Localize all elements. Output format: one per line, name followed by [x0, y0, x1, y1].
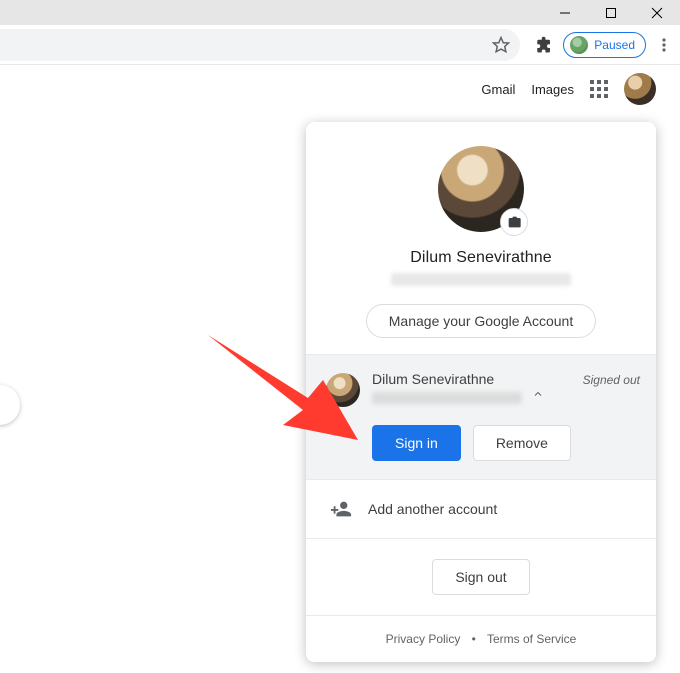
star-icon[interactable]	[492, 36, 510, 54]
window-titlebar	[0, 0, 680, 25]
window-minimize-button[interactable]	[542, 0, 588, 25]
collapse-account-button[interactable]	[532, 388, 544, 403]
google-apps-button[interactable]	[590, 80, 608, 98]
chevron-up-icon	[532, 388, 544, 400]
sign-out-button[interactable]: Sign out	[432, 559, 529, 595]
remove-account-button[interactable]: Remove	[473, 425, 571, 461]
privacy-policy-link[interactable]: Privacy Policy	[386, 632, 461, 646]
google-header: Gmail Images	[0, 65, 680, 113]
add-account-button[interactable]: Add another account	[306, 480, 656, 539]
paused-label: Paused	[594, 38, 635, 52]
manage-account-button[interactable]: Manage your Google Account	[366, 304, 596, 338]
browser-toolbar: Paused	[0, 25, 680, 65]
close-icon	[651, 7, 663, 19]
window-maximize-button[interactable]	[588, 0, 634, 25]
gmail-link[interactable]: Gmail	[481, 82, 515, 97]
footer-separator: •	[472, 632, 476, 646]
sign-in-button[interactable]: Sign in	[372, 425, 461, 461]
window-controls	[542, 0, 680, 25]
add-user-icon	[330, 498, 352, 520]
browser-menu-icon[interactable]	[656, 37, 672, 53]
other-account-email-redacted	[372, 392, 522, 404]
account-name: Dilum Senevirathne	[322, 249, 640, 267]
images-link[interactable]: Images	[531, 82, 574, 97]
other-account-avatar	[326, 373, 360, 407]
minimize-icon	[559, 7, 571, 19]
add-account-label: Add another account	[368, 501, 497, 517]
apps-grid-icon	[590, 80, 608, 98]
window-close-button[interactable]	[634, 0, 680, 25]
extensions-icon[interactable]	[535, 36, 553, 54]
account-popup-footer: Privacy Policy • Terms of Service	[306, 616, 656, 662]
side-fab[interactable]	[0, 385, 20, 425]
address-bar[interactable]	[0, 29, 520, 61]
terms-of-service-link[interactable]: Terms of Service	[487, 632, 576, 646]
profile-paused-chip[interactable]: Paused	[563, 32, 646, 58]
camera-icon	[506, 214, 522, 230]
account-popup: Dilum Senevirathne Manage your Google Ac…	[306, 122, 656, 662]
account-email-redacted	[391, 273, 571, 286]
account-popup-header: Dilum Senevirathne Manage your Google Ac…	[306, 122, 656, 355]
other-account-status: Signed out	[583, 371, 640, 387]
other-account-name: Dilum Senevirathne	[372, 371, 571, 387]
profile-mini-avatar-icon	[570, 36, 588, 54]
maximize-icon	[605, 7, 617, 19]
account-avatar-button[interactable]	[624, 73, 656, 105]
sign-out-section: Sign out	[306, 539, 656, 616]
other-account-section: Dilum Senevirathne Signed out Sign in Re…	[306, 355, 656, 480]
change-photo-button[interactable]	[500, 208, 528, 236]
